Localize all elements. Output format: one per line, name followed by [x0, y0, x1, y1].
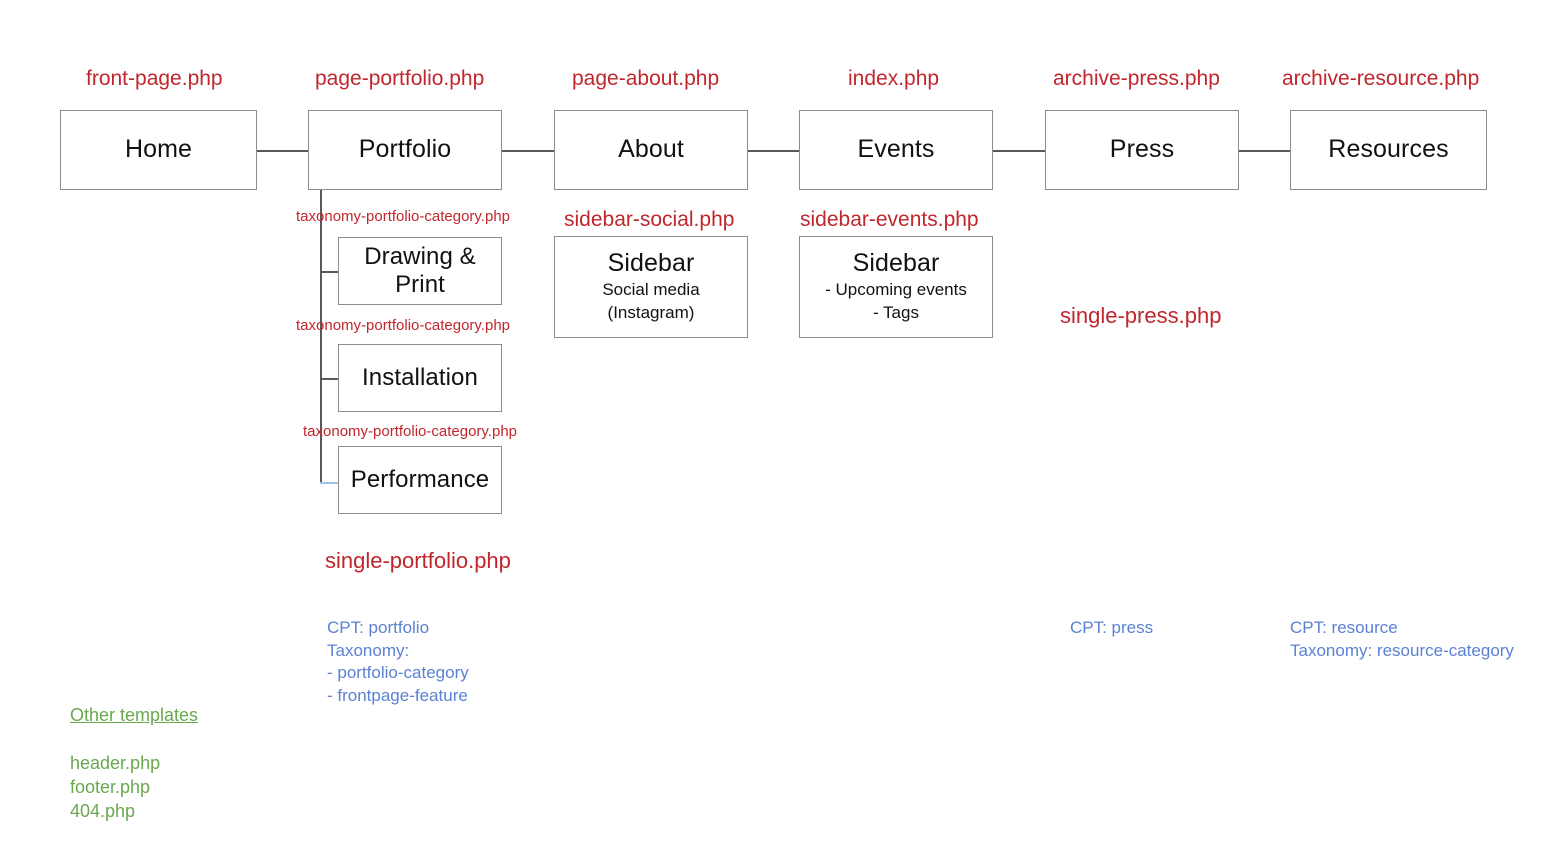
- node-drawing-and-print[interactable]: Drawing & Print: [338, 237, 502, 305]
- node-performance[interactable]: Performance: [338, 446, 502, 514]
- node-drawing-and-print-label: Drawing & Print: [364, 242, 476, 298]
- note-resource-cpt: CPT: resource Taxonomy: resource-categor…: [1290, 618, 1514, 660]
- node-portfolio[interactable]: Portfolio: [308, 110, 502, 190]
- connector-branch-performance: [320, 482, 338, 484]
- template-label-page-portfolio: page-portfolio.php: [315, 67, 485, 90]
- connector-press-resources: [1239, 150, 1290, 152]
- note-portfolio-cpt: CPT: portfolio Taxonomy: - portfolio-cat…: [327, 618, 469, 705]
- other-templates-heading: Other templates: [70, 704, 199, 725]
- node-resources[interactable]: Resources: [1290, 110, 1487, 190]
- node-sidebar-events-title: Sidebar: [852, 248, 940, 277]
- node-about-label: About: [618, 135, 684, 164]
- template-label-archive-resource: archive-resource.php: [1282, 67, 1480, 90]
- node-press[interactable]: Press: [1045, 110, 1239, 190]
- template-label-single-portfolio: single-portfolio.php: [325, 548, 511, 573]
- node-installation-label: Installation: [362, 363, 478, 391]
- node-sidebar-social[interactable]: Sidebar Social media (Instagram): [554, 236, 748, 338]
- node-press-label: Press: [1109, 135, 1175, 164]
- node-performance-label: Performance: [350, 465, 490, 493]
- template-label-index: index.php: [848, 67, 940, 90]
- node-events-label: Events: [857, 135, 935, 164]
- template-label-taxonomy-performance: taxonomy-portfolio-category.php: [303, 423, 517, 440]
- template-label-page-about: page-about.php: [572, 67, 720, 90]
- template-label-single-press: single-press.php: [1060, 303, 1222, 328]
- diagram-canvas: front-page.php page-portfolio.php page-a…: [0, 0, 1560, 824]
- template-label-sidebar-social: sidebar-social.php: [564, 208, 735, 231]
- other-templates-block: Other templates header.php footer.php 40…: [70, 680, 198, 848]
- template-label-taxonomy-installation: taxonomy-portfolio-category.php: [296, 317, 510, 334]
- other-templates-list: header.php footer.php 404.php: [70, 752, 161, 821]
- template-label-sidebar-events: sidebar-events.php: [800, 208, 979, 231]
- node-portfolio-label: Portfolio: [358, 135, 452, 164]
- template-label-front-page: front-page.php: [86, 67, 223, 90]
- node-sidebar-events[interactable]: Sidebar - Upcoming events - Tags: [799, 236, 993, 338]
- note-press-cpt: CPT: press: [1070, 618, 1154, 637]
- node-home-label: Home: [124, 135, 193, 164]
- node-sidebar-social-body: Social media (Instagram): [602, 280, 700, 323]
- node-home[interactable]: Home: [60, 110, 257, 190]
- template-label-taxonomy-drawing: taxonomy-portfolio-category.php: [296, 208, 510, 225]
- node-about[interactable]: About: [554, 110, 748, 190]
- node-resources-label: Resources: [1328, 135, 1449, 164]
- connector-home-portfolio: [257, 150, 309, 152]
- connector-about-events: [748, 150, 799, 152]
- connector-events-press: [993, 150, 1045, 152]
- connector-portfolio-about: [502, 150, 554, 152]
- node-installation[interactable]: Installation: [338, 344, 502, 412]
- node-events[interactable]: Events: [799, 110, 993, 190]
- template-label-archive-press: archive-press.php: [1053, 67, 1220, 90]
- connector-branch-drawing: [320, 271, 338, 273]
- node-sidebar-events-body: - Upcoming events - Tags: [825, 280, 967, 323]
- node-sidebar-social-title: Sidebar: [607, 248, 695, 277]
- connector-branch-installation: [320, 378, 338, 380]
